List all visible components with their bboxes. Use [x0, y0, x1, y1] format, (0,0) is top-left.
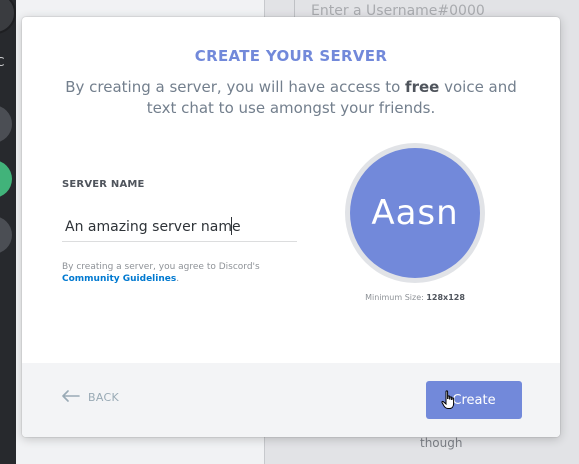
terms-period: . [176, 274, 180, 284]
description-free: free [405, 78, 440, 96]
guild-icon[interactable] [0, 105, 12, 143]
description-text: By creating a server, you will have acce… [65, 78, 406, 96]
guild-icon[interactable] [0, 216, 12, 254]
guild-letter: C [0, 55, 5, 69]
community-guidelines-link[interactable]: Community Guidelines [62, 274, 176, 284]
text-caret [231, 217, 232, 235]
back-button[interactable]: BACK [62, 390, 119, 405]
terms-notice: By creating a server, you agree to Disco… [62, 261, 260, 285]
guild-sidebar: C [0, 0, 16, 464]
terms-text: By creating a server, you agree to Disco… [62, 262, 260, 272]
user-avatar[interactable] [0, 0, 16, 34]
server-icon-uploader[interactable]: Aasn [345, 143, 485, 283]
min-size-label: Minimum Size: [365, 293, 424, 302]
background-message-text: though [420, 436, 463, 450]
min-size-value: 128x128 [426, 293, 465, 302]
arrow-left-icon [62, 390, 80, 405]
back-label: BACK [88, 391, 119, 404]
guild-icon[interactable] [0, 160, 12, 198]
modal-title: CREATE YOUR SERVER [194, 47, 388, 65]
server-icon-preview[interactable]: Aasn [350, 148, 480, 278]
hand-pointer-cursor-icon [441, 390, 457, 410]
create-server-modal: CREATE YOUR SERVER By creating a server,… [22, 17, 560, 437]
server-name-label: SERVER NAME [62, 179, 145, 190]
server-name-input[interactable] [62, 212, 297, 242]
modal-footer: BACK Create [22, 363, 560, 437]
min-size-hint: Minimum Size: 128x128 [345, 293, 485, 302]
modal-description: By creating a server, you will have acce… [52, 77, 530, 119]
